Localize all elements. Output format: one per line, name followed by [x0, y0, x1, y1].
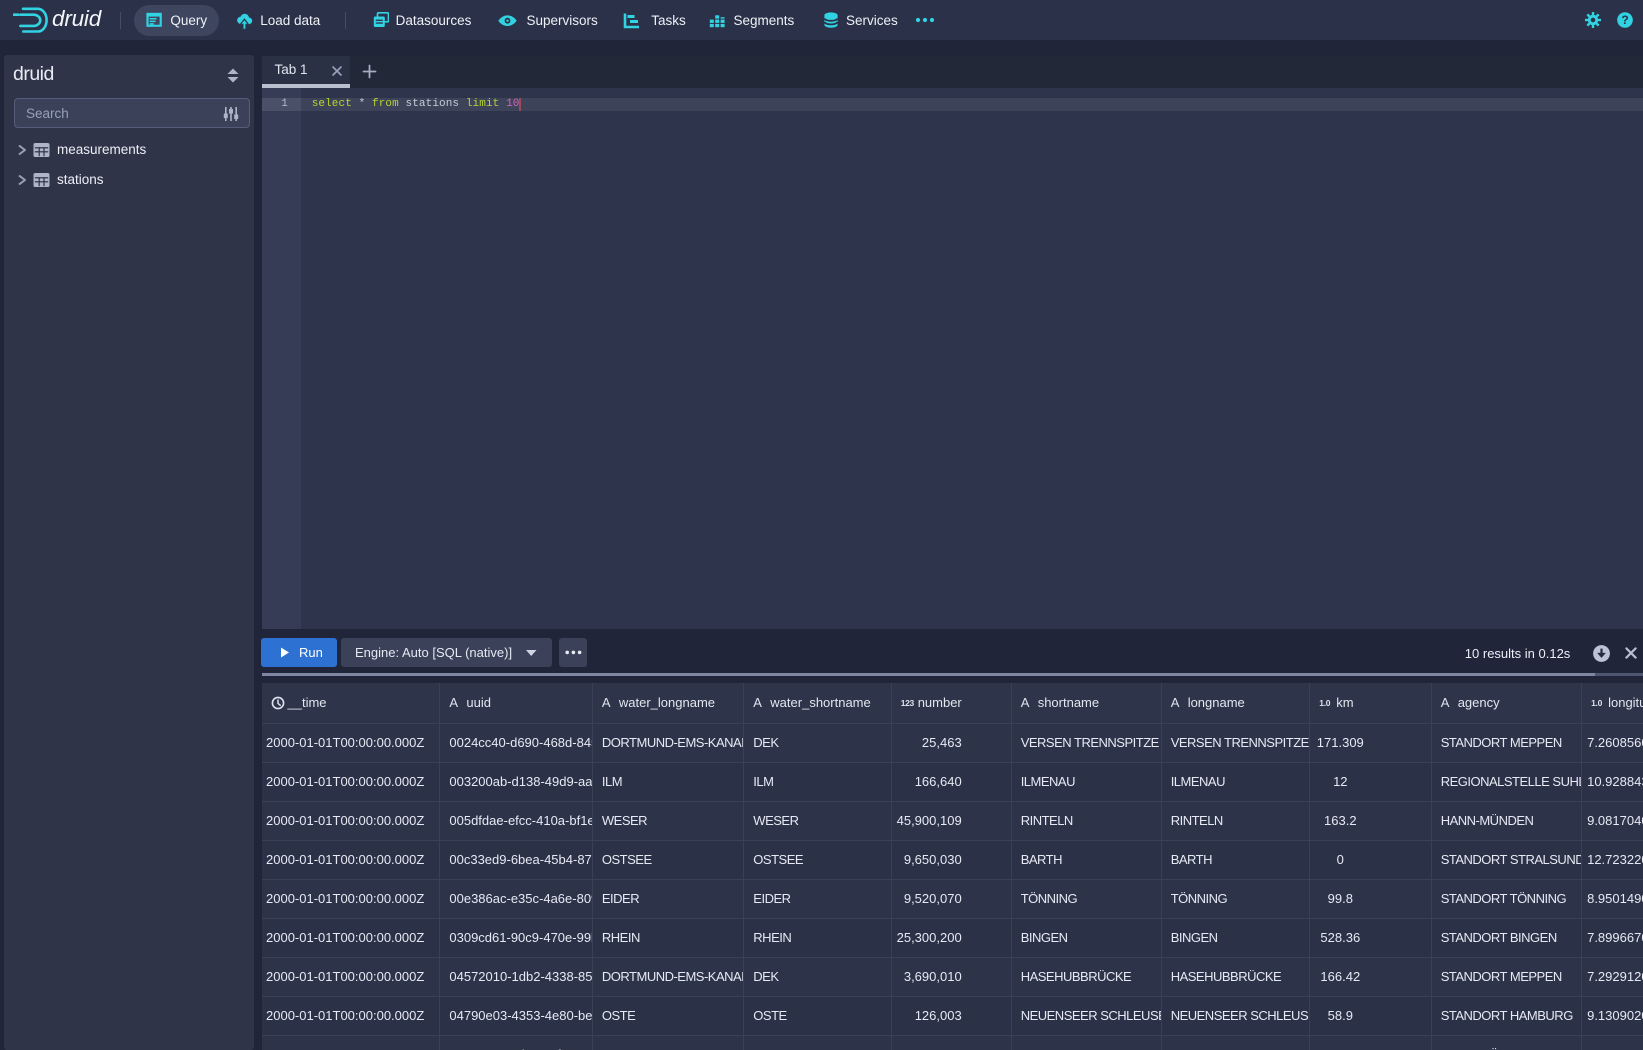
svg-text:?: ?: [1621, 13, 1628, 27]
